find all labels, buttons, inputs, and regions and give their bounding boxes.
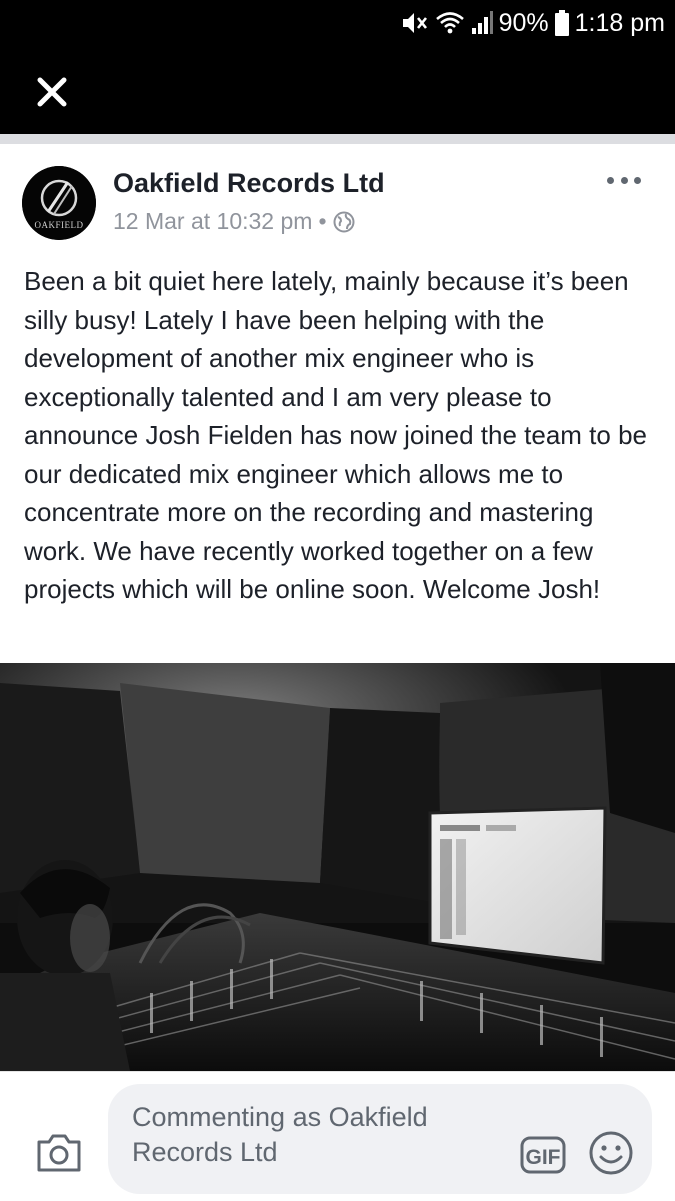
- close-button[interactable]: [30, 70, 74, 114]
- clock: 1:18 pm: [574, 8, 665, 37]
- battery-icon: [554, 10, 569, 36]
- comment-input[interactable]: Commenting as Oakfield Records Ltd GIF: [108, 1084, 652, 1194]
- more-dot: [634, 176, 641, 184]
- more-dot: [620, 176, 628, 184]
- page-name[interactable]: Oakfield Records Ltd: [113, 168, 385, 199]
- gif-icon: GIF: [520, 1136, 566, 1174]
- emoji-icon: [589, 1131, 633, 1175]
- studio-photo: [0, 663, 675, 1071]
- mute-icon: [401, 10, 429, 36]
- post-meta: 12 Mar at 10:32 pm •: [113, 208, 355, 235]
- signal-icon: [471, 11, 493, 35]
- emoji-button[interactable]: [588, 1130, 634, 1176]
- oakfield-logo: OAKFIELD: [22, 166, 96, 240]
- comment-bar: Commenting as Oakfield Records Ltd GIF: [0, 1071, 675, 1201]
- post-timestamp[interactable]: 12 Mar at 10:32 pm: [113, 208, 312, 235]
- camera-icon: [37, 1134, 81, 1172]
- avatar[interactable]: OAKFIELD: [22, 166, 96, 240]
- camera-button[interactable]: [35, 1130, 83, 1174]
- gif-button[interactable]: GIF: [520, 1136, 566, 1174]
- globe-icon: [333, 211, 355, 232]
- more-dots-icon: [607, 176, 614, 184]
- post-text: Been a bit quiet here lately, mainly bec…: [24, 266, 647, 604]
- svg-text:OAKFIELD: OAKFIELD: [35, 220, 84, 230]
- status-icons: 90% 1:18 pm: [401, 6, 665, 40]
- close-icon: [37, 77, 67, 107]
- post-image[interactable]: [0, 663, 675, 1071]
- divider: [0, 134, 675, 144]
- comment-placeholder: Commenting as Oakfield Records Ltd: [132, 1102, 428, 1167]
- post-header: OAKFIELD Oakfield Records Ltd 12 Mar at …: [0, 144, 675, 254]
- wifi-icon: [435, 11, 465, 35]
- meta-separator: •: [318, 208, 327, 234]
- svg-text:GIF: GIF: [526, 1146, 561, 1169]
- battery-percentage: 90%: [498, 8, 549, 37]
- top-bar: [0, 46, 675, 134]
- more-options-button[interactable]: [607, 170, 641, 190]
- status-bar: 90% 1:18 pm: [0, 0, 675, 46]
